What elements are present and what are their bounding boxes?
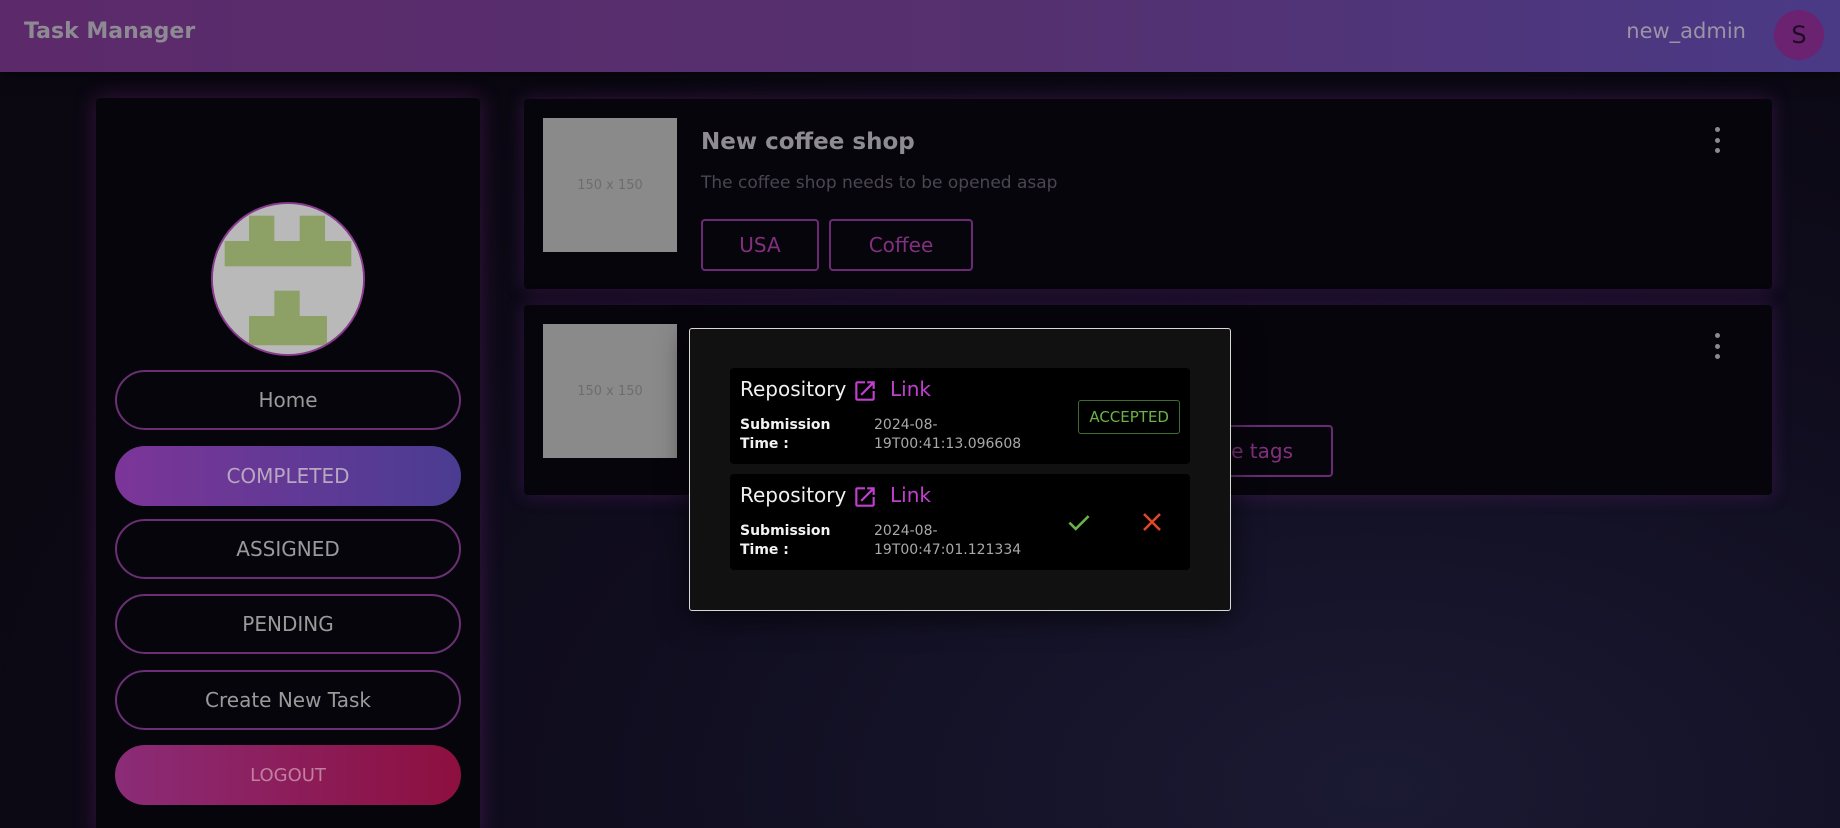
submission-time-label: Submission Time : — [740, 417, 831, 452]
accept-check-icon[interactable] — [1066, 510, 1092, 536]
thumbnail-placeholder-text: 150 x 150 — [577, 383, 643, 399]
task-thumbnail: 150 x 150 — [543, 324, 677, 458]
submission-time-value: 2024-08-19T00:47:01.121334 — [874, 523, 1022, 558]
tag-chip[interactable]: USA — [701, 219, 819, 271]
logout-button[interactable]: LOGOUT — [115, 745, 461, 805]
sidebar: Home COMPLETED ASSIGNED PENDING Create N… — [96, 98, 480, 828]
app-title[interactable]: Task Manager — [24, 19, 195, 44]
task-description: The coffee shop needs to be opened asap — [701, 173, 1058, 193]
more-options-icon[interactable] — [1712, 333, 1722, 359]
reject-close-icon[interactable] — [1140, 510, 1164, 534]
submission-card: Repository Link Submission Time : 2024-0… — [730, 474, 1190, 570]
more-options-icon[interactable] — [1712, 127, 1722, 153]
external-link-icon[interactable] — [852, 378, 878, 404]
submissions-modal: Repository Link Submission Time : 2024-0… — [689, 328, 1231, 611]
submission-card: Repository Link Submission Time : 2024-0… — [730, 368, 1190, 464]
app-bar: Task Manager new_admin S — [0, 0, 1840, 72]
task-card[interactable]: 150 x 150 New coffee shop The coffee sho… — [524, 99, 1772, 289]
tag-chip[interactable]: Coffee — [829, 219, 973, 271]
submission-time-label: Submission Time : — [740, 523, 831, 558]
repository-link[interactable]: Link — [890, 377, 931, 401]
submission-time-value: 2024-08-19T00:41:13.096608 — [874, 417, 1022, 452]
nav-completed-button[interactable]: COMPLETED — [115, 446, 461, 506]
task-title: New coffee shop — [701, 129, 915, 155]
status-badge: ACCEPTED — [1078, 400, 1180, 434]
profile-image-icon — [213, 204, 363, 354]
task-thumbnail: 150 x 150 — [543, 118, 677, 252]
create-new-task-button[interactable]: Create New Task — [115, 670, 461, 730]
profile-picture — [211, 202, 365, 356]
repository-link[interactable]: Link — [890, 483, 931, 507]
repository-label: Repository — [740, 377, 847, 401]
thumbnail-placeholder-text: 150 x 150 — [577, 177, 643, 193]
username-label: new_admin — [1626, 19, 1746, 43]
nav-home-button[interactable]: Home — [115, 370, 461, 430]
repository-label: Repository — [740, 483, 847, 507]
user-avatar[interactable]: S — [1774, 10, 1824, 60]
nav-pending-button[interactable]: PENDING — [115, 594, 461, 654]
nav-assigned-button[interactable]: ASSIGNED — [115, 519, 461, 579]
external-link-icon[interactable] — [852, 484, 878, 510]
